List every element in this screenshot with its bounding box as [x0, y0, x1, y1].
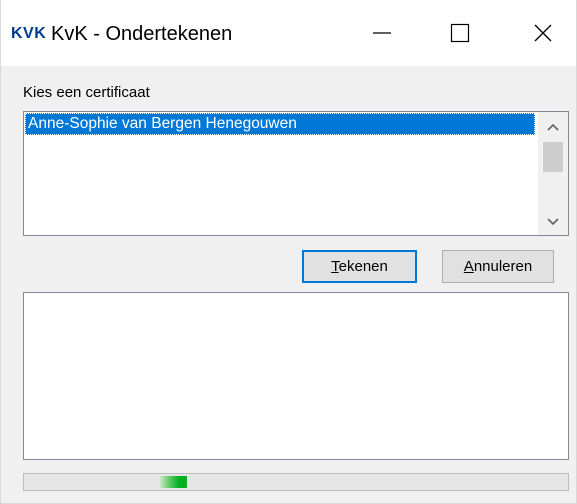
close-icon — [534, 24, 552, 42]
scroll-down-button[interactable] — [538, 209, 568, 235]
output-log — [23, 292, 569, 460]
scroll-thumb[interactable] — [543, 142, 563, 172]
title-bar[interactable]: KVK KvK - Ondertekenen — [1, 0, 576, 66]
cancel-button-mnemonic: A — [463, 258, 474, 275]
scroll-up-button[interactable] — [538, 114, 568, 140]
maximize-button[interactable] — [418, 0, 502, 66]
close-button[interactable] — [501, 0, 577, 66]
certificate-item-selected[interactable]: Anne-Sophie van Bergen Henegouwen — [25, 113, 535, 135]
progress-bar — [23, 473, 569, 491]
sign-button-mnemonic: T — [331, 258, 339, 275]
certificate-list[interactable]: Anne-Sophie van Bergen Henegouwen — [23, 111, 569, 236]
chevron-up-icon — [547, 123, 559, 131]
minimize-button[interactable] — [340, 0, 424, 66]
sign-button-label: ekenen — [338, 258, 388, 275]
kvk-sign-window: KVK KvK - Ondertekenen Kies een certific… — [0, 0, 577, 504]
certificate-list-scrollbar[interactable] — [538, 112, 568, 235]
cancel-button-label: nnuleren — [473, 258, 533, 275]
certificate-label: Kies een certificaat — [23, 84, 150, 101]
chevron-down-icon — [547, 218, 559, 226]
window-title: KvK - Ondertekenen — [51, 23, 233, 45]
minimize-icon — [373, 32, 391, 34]
maximize-icon — [450, 23, 470, 43]
sign-button[interactable]: Tekenen — [302, 250, 417, 283]
cancel-button[interactable]: Annuleren — [442, 250, 554, 283]
progress-bar-fill — [160, 476, 187, 488]
kvk-logo: KVK — [11, 25, 47, 42]
